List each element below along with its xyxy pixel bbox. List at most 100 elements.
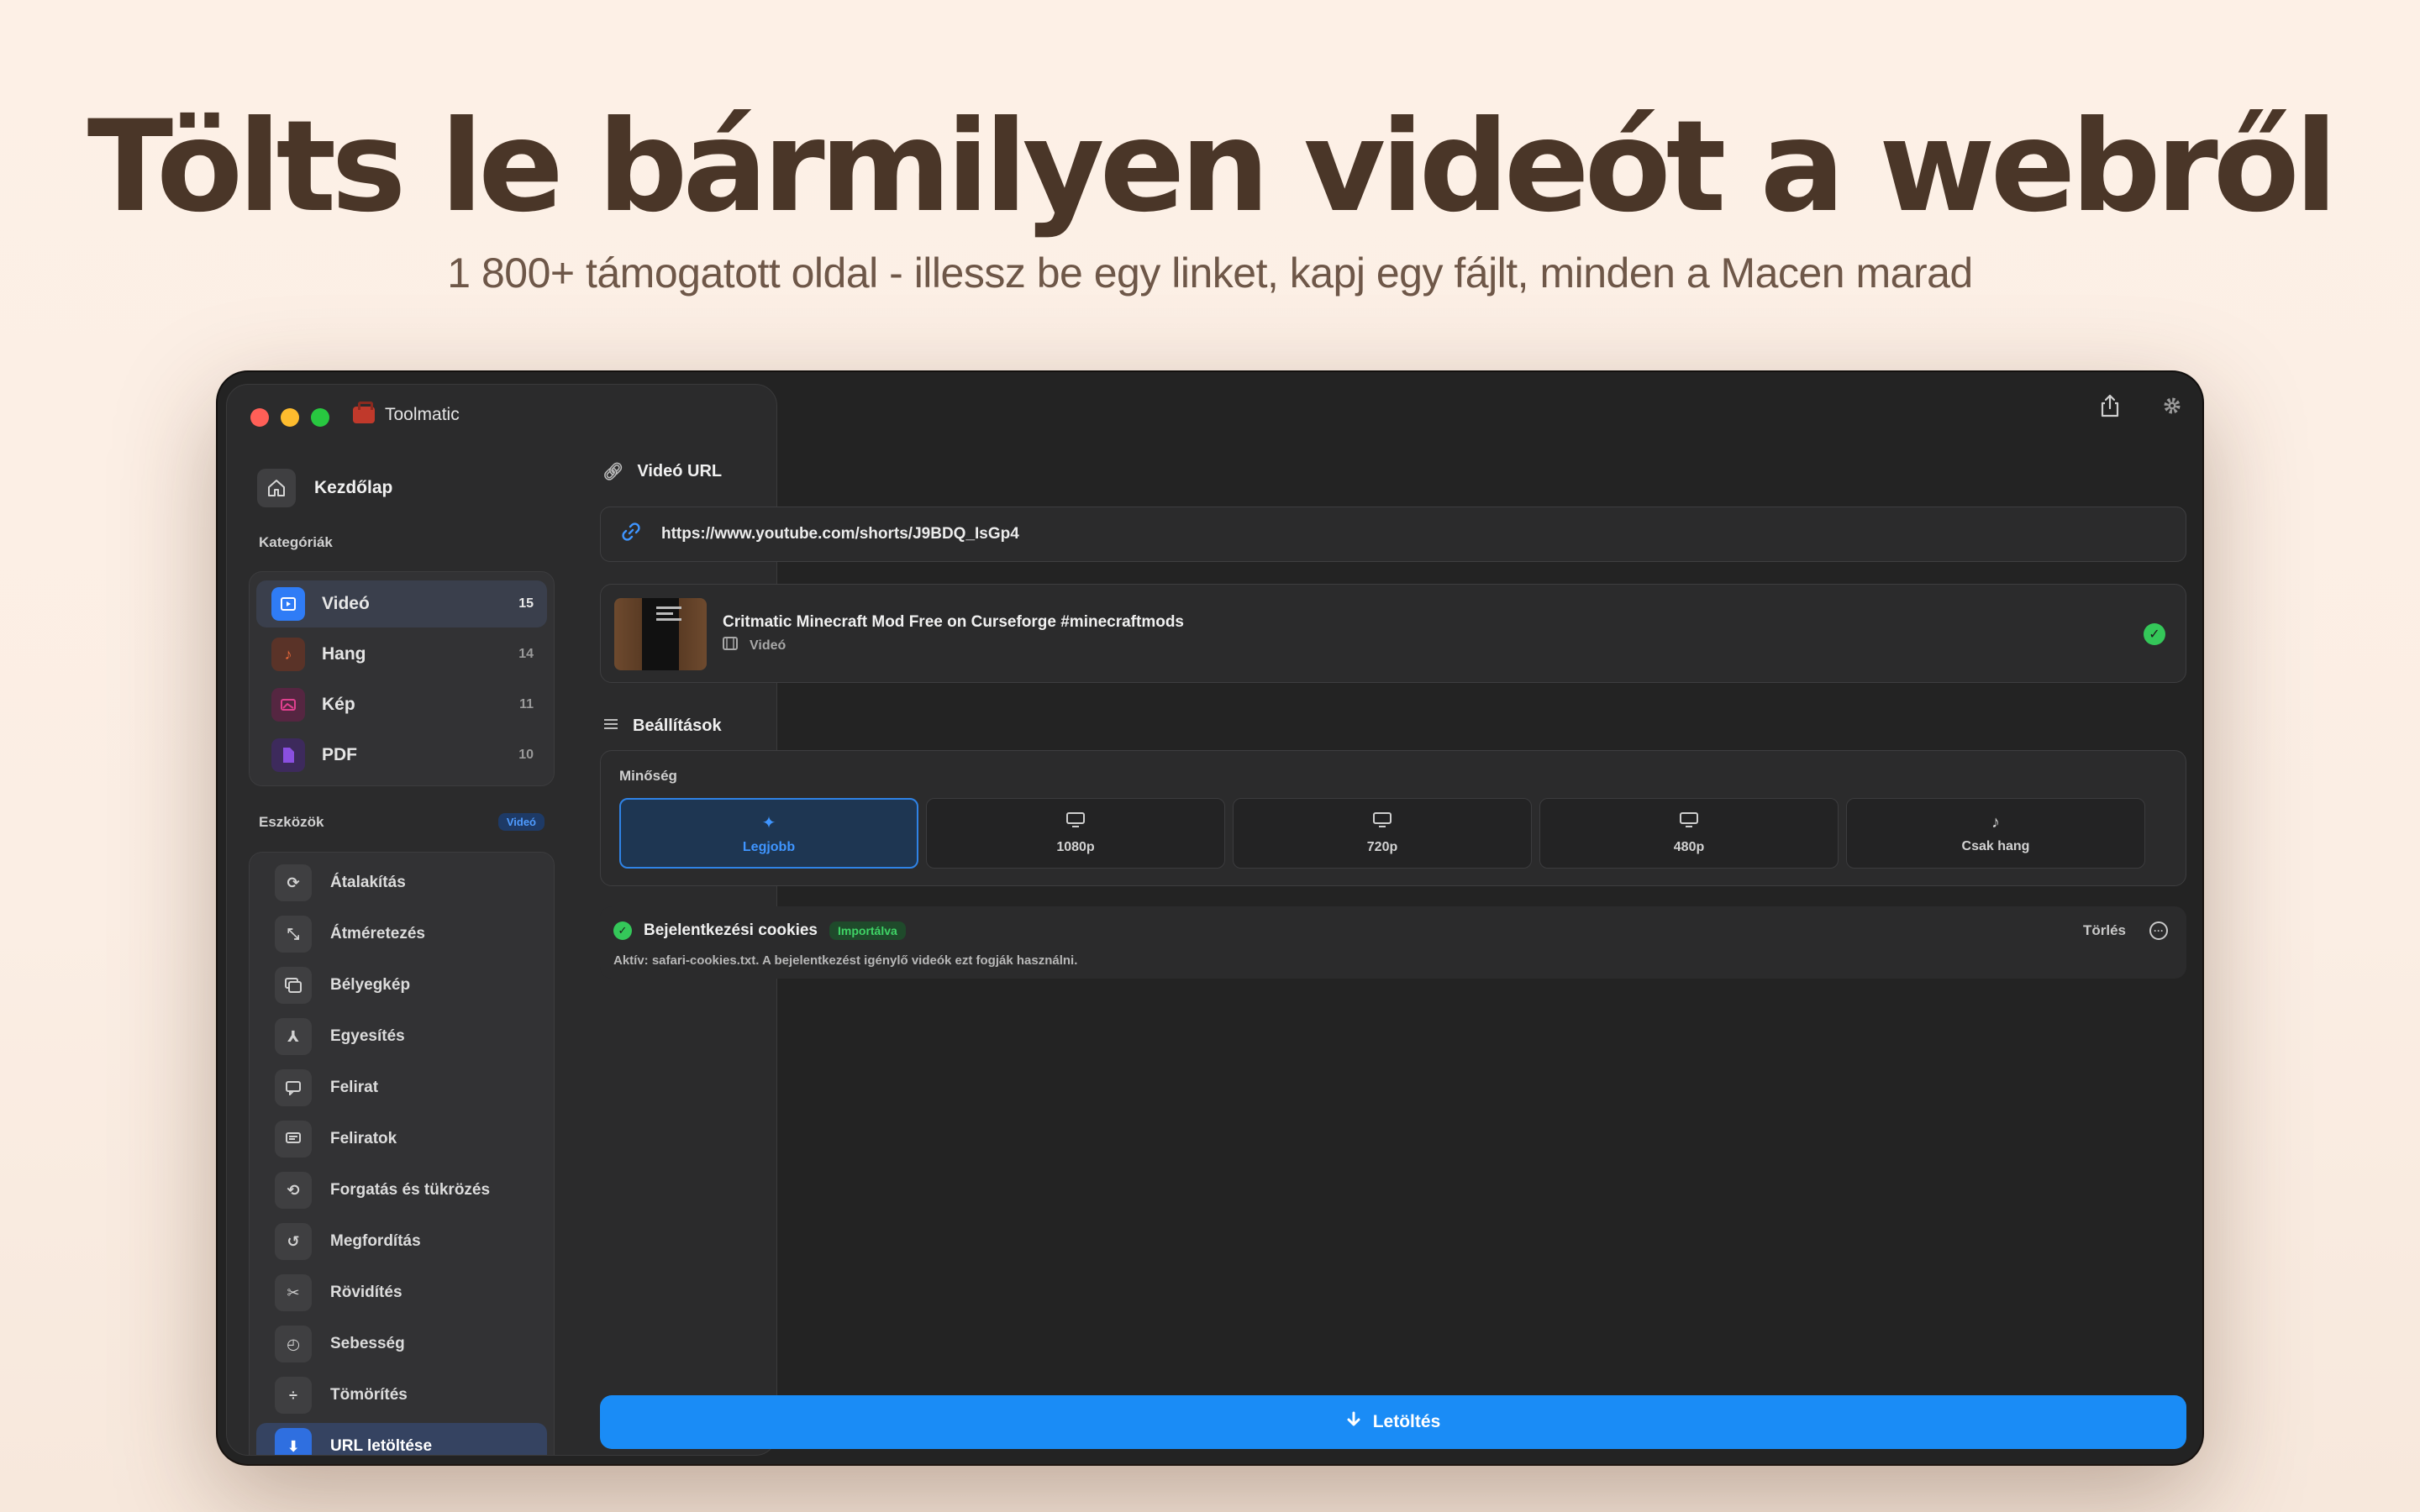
tools-header: Eszközök Videó (259, 813, 544, 831)
monitor-icon (1372, 811, 1392, 833)
category-count: 14 (518, 647, 534, 661)
home-label: Kezdőlap (314, 478, 393, 497)
video-url-heading: 🔗︎ Videó URL (602, 461, 722, 482)
convert-icon: ⟳ (275, 864, 312, 901)
sidebar-item-subtitles[interactable]: Feliratok (256, 1116, 547, 1163)
settings-heading: Beállítások (602, 717, 722, 736)
list-icon (602, 717, 619, 736)
sidebar-item-caption[interactable]: Felirat (256, 1064, 547, 1111)
category-count: 11 (519, 697, 534, 711)
sidebar-item-merge[interactable]: ⅄ Egyesítés (256, 1013, 547, 1060)
app-title: Toolmatic (353, 402, 460, 425)
sidebar-item-thumbnail[interactable]: Bélyegkép (256, 962, 547, 1009)
toolbox-icon (353, 402, 375, 423)
tool-label: Felirat (330, 1079, 379, 1096)
sidebar-item-image[interactable]: Kép 11 (256, 681, 547, 728)
compress-icon: ÷ (275, 1377, 312, 1414)
tool-label: Megfordítás (330, 1232, 421, 1250)
hero-subtitle: 1 800+ támogatott oldal - illessz be egy… (447, 249, 1973, 297)
monitor-icon (1679, 811, 1699, 833)
sidebar-item-resize[interactable]: ⤡ Átméretezés (256, 911, 547, 958)
download-icon: ⬇ (275, 1428, 312, 1455)
play-icon (271, 587, 305, 621)
speed-icon: ◴ (275, 1326, 312, 1362)
merge-icon: ⅄ (275, 1018, 312, 1055)
cookies-title: Bejelentkezési cookies (644, 921, 818, 939)
thumbnail-icon (275, 967, 312, 1004)
monitor-icon (1065, 811, 1086, 833)
image-icon (271, 688, 305, 722)
sidebar-item-reverse[interactable]: ↺ Megfordítás (256, 1218, 547, 1265)
tool-label: Rövidítés (330, 1284, 402, 1301)
sidebar-item-convert[interactable]: ⟳ Átalakítás (256, 859, 547, 906)
quality-option-480p[interactable]: 480p (1539, 798, 1839, 869)
sidebar-item-trim[interactable]: ✂ Rövidítés (256, 1269, 547, 1316)
url-input[interactable]: https://www.youtube.com/shorts/J9BDQ_IsG… (600, 507, 2186, 562)
sidebar-item-url-download[interactable]: ⬇ URL letöltése (256, 1423, 547, 1455)
tools-list: ⟳ Átalakítás ⤡ Átméretezés Bélyegkép ⅄ E… (249, 852, 555, 1455)
category-label: PDF (322, 745, 357, 764)
tool-label: Bélyegkép (330, 976, 411, 994)
zoom-window-button[interactable] (311, 408, 329, 427)
url-value: https://www.youtube.com/shorts/J9BDQ_IsG… (661, 525, 1019, 543)
checkmark-icon: ✓ (613, 921, 632, 940)
toolbar (2100, 394, 2182, 422)
sidebar-item-audio[interactable]: ♪ Hang 14 (256, 631, 547, 678)
sidebar-item-video[interactable]: Videó 15 (256, 580, 547, 627)
category-count: 10 (518, 748, 534, 762)
more-options-icon[interactable]: ··· (2149, 921, 2168, 940)
sidebar-item-speed[interactable]: ◴ Sebesség (256, 1320, 547, 1368)
tool-label: Átméretezés (330, 925, 425, 942)
cookies-description: Aktív: safari-cookies.txt. A bejelentkez… (613, 953, 1078, 968)
download-button[interactable]: Letöltés (600, 1395, 2186, 1449)
quality-option-720p[interactable]: 720p (1233, 798, 1532, 869)
video-url-label: Videó URL (637, 462, 723, 480)
video-thumbnail (614, 598, 707, 670)
gear-icon[interactable] (2162, 396, 2182, 420)
quality-option-label: 480p (1673, 840, 1705, 854)
subtitles-icon (275, 1121, 312, 1158)
sidebar-item-pdf[interactable]: PDF 10 (256, 732, 547, 779)
sidebar-item-home[interactable]: Kezdőlap (257, 469, 392, 507)
film-icon (723, 637, 738, 654)
tools-heading: Eszközök (259, 813, 324, 830)
reverse-icon: ↺ (275, 1223, 312, 1260)
tools-filter-badge: Videó (497, 813, 544, 831)
quality-option-audio-only[interactable]: ♪ Csak hang (1846, 798, 2145, 869)
music-note-icon: ♪ (1991, 812, 2000, 832)
tool-label: Egyesítés (330, 1027, 405, 1045)
quality-option-label: 720p (1366, 840, 1398, 854)
download-label: Letöltés (1372, 1412, 1441, 1431)
quality-label: Minőség (619, 768, 677, 784)
scissors-icon: ✂ (275, 1274, 312, 1311)
video-preview-card[interactable]: Critmatic Minecraft Mod Free on Cursefor… (600, 584, 2186, 683)
sidebar-item-compress[interactable]: ÷ Tömörítés (256, 1372, 547, 1419)
clear-cookies-button[interactable]: Törlés (2083, 922, 2126, 939)
tool-label: Sebesség (330, 1335, 405, 1352)
cookies-actions: Törlés ··· (2083, 921, 2168, 940)
app-window: Toolmatic Kezdőlap Kategóriák Videó 15 ♪… (218, 372, 2202, 1464)
category-count: 15 (518, 596, 534, 611)
close-window-button[interactable] (250, 408, 269, 427)
quality-option-label: Csak hang (1961, 838, 2030, 853)
tool-label: URL letöltése (330, 1437, 433, 1455)
category-label: Kép (322, 695, 355, 714)
resize-icon: ⤡ (275, 916, 312, 953)
quality-option-1080p[interactable]: 1080p (926, 798, 1225, 869)
video-type: Videó (723, 637, 786, 654)
tool-label: Átalakítás (330, 874, 406, 891)
window-controls (250, 408, 329, 427)
tool-label: Feliratok (330, 1130, 397, 1147)
minimize-window-button[interactable] (281, 408, 299, 427)
video-title: Critmatic Minecraft Mod Free on Cursefor… (723, 613, 1184, 631)
video-type-label: Videó (750, 638, 786, 653)
quality-option-best[interactable]: ✦ Legjobb (619, 798, 918, 869)
link-icon (621, 522, 641, 547)
category-label: Hang (322, 644, 366, 664)
share-icon[interactable] (2100, 394, 2120, 422)
category-label: Videó (322, 594, 370, 613)
sidebar-item-rotate[interactable]: ⟲ Forgatás és tükrözés (256, 1167, 547, 1214)
login-cookies-card: ✓ Bejelentkezési cookies Importálva Aktí… (600, 906, 2186, 979)
hero-title: Tölts le bármilyen videót a webről (87, 94, 2338, 240)
settings-label: Beállítások (633, 717, 722, 735)
